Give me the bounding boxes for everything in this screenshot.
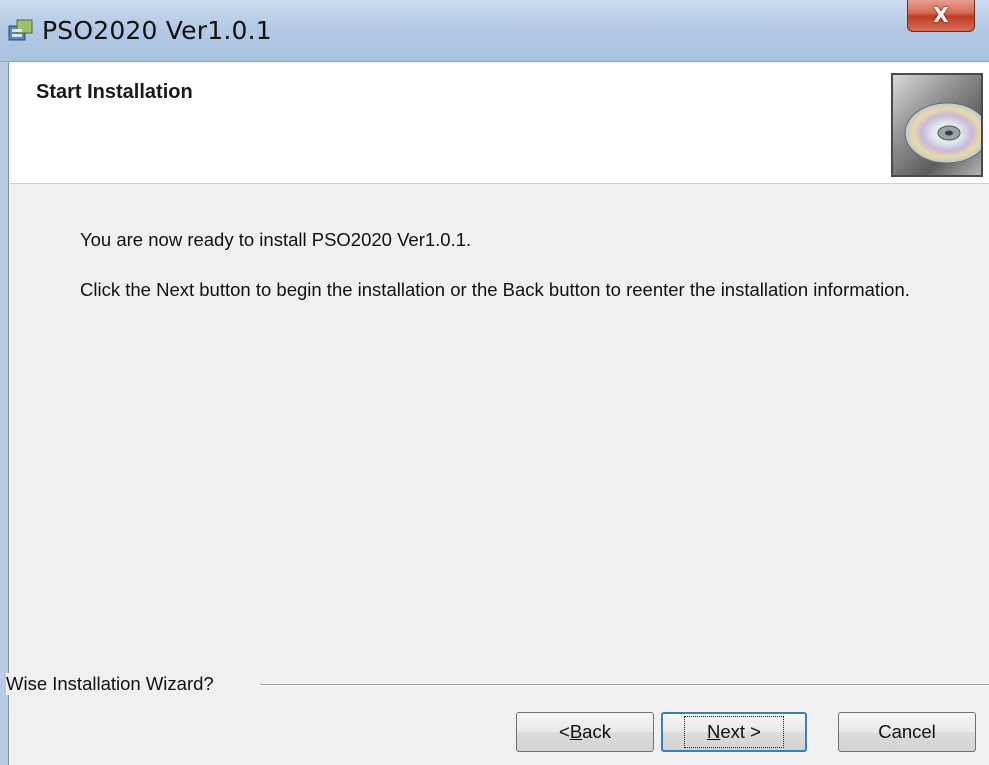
back-button-prefix: < [559,721,570,742]
footer-divider [260,684,989,686]
header-panel: Start Installation [10,63,989,184]
installer-app-icon [8,19,33,41]
next-button-label: ext [720,721,746,742]
next-button[interactable]: Next > [661,712,807,752]
instruction-message: Click the Next button to begin the insta… [80,279,910,300]
next-button-suffix: > [745,721,761,742]
wizard-brand-label: Wise Installation Wizard? [6,673,220,695]
close-button[interactable]: X [907,0,975,32]
back-button-label: ack [582,721,611,742]
back-button-accelerator: B [569,721,583,742]
next-button-accelerator: N [706,721,721,742]
close-icon: X [933,2,949,27]
back-button[interactable]: < B ack [516,712,654,752]
ready-message: You are now ready to install PSO2020 Ver… [80,229,472,250]
window-frame-left [0,62,9,765]
wizard-footer: Wise Installation Wizard? [6,668,989,698]
window-title: PSO2020 Ver1.0.1 [42,16,272,45]
cd-disc-icon [891,73,983,177]
title-bar[interactable]: PSO2020 Ver1.0.1 X [0,0,989,62]
next-button-focus-ring: Next > [683,716,784,748]
cancel-button[interactable]: Cancel [838,712,976,752]
content-area: You are now ready to install PSO2020 Ver… [10,185,989,675]
page-title: Start Installation [36,81,193,103]
